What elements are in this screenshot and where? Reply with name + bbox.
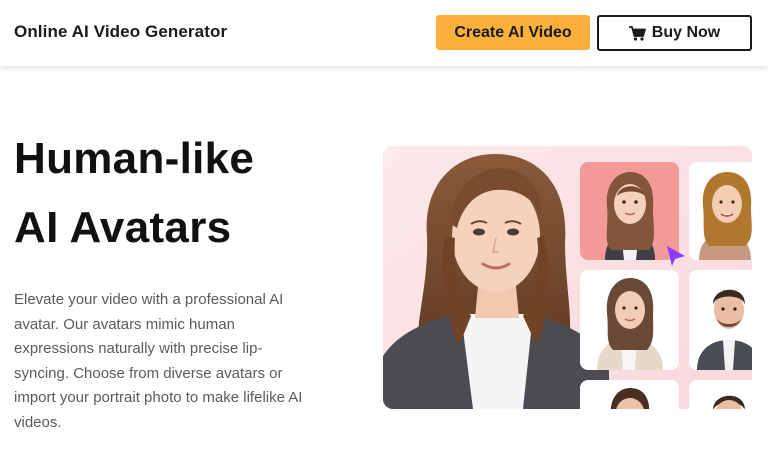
buy-now-button[interactable]: Buy Now bbox=[597, 15, 752, 51]
create-ai-video-button[interactable]: Create AI Video bbox=[436, 15, 590, 50]
avatar-tile[interactable] bbox=[689, 380, 752, 409]
brand-title[interactable]: Online AI Video Generator bbox=[14, 22, 227, 42]
headline-line-2: AI Avatars bbox=[14, 203, 232, 252]
avatar-tile[interactable] bbox=[689, 162, 752, 260]
buy-now-label: Buy Now bbox=[651, 24, 721, 41]
avatar-tile[interactable] bbox=[689, 270, 752, 370]
top-navigation-bar: Online AI Video Generator Create AI Vide… bbox=[0, 0, 768, 66]
avatar-tile[interactable] bbox=[580, 270, 679, 370]
hero-section: Human-like AI Avatars Elevate your video… bbox=[0, 66, 768, 456]
cart-icon bbox=[628, 25, 646, 41]
avatar-tile[interactable] bbox=[580, 380, 679, 409]
hero-description: Elevate your video with a professional A… bbox=[14, 291, 303, 431]
headline-line-1: Human-like bbox=[14, 134, 255, 183]
avatar-showcase-image bbox=[383, 146, 752, 409]
avatar-tile-selected[interactable] bbox=[580, 162, 679, 260]
